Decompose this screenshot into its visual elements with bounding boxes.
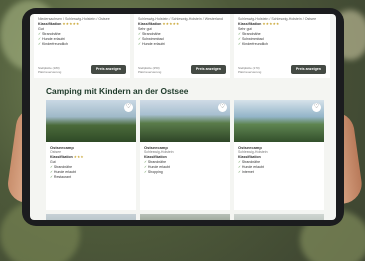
campsite-photo: ♡ — [140, 100, 230, 142]
campsite-photo: ♡ — [46, 100, 136, 142]
top-card[interactable]: Niedersachsen / Schleswig-Holstein / Ost… — [34, 14, 130, 78]
campsite-card-partial[interactable] — [46, 214, 136, 220]
tablet-screen: Niedersachsen / Schleswig-Holstein / Ost… — [30, 14, 336, 220]
campsite-card[interactable]: ♡ Ostseecamp Ostsee Klassifikation ★★★ G… — [46, 100, 136, 210]
price-button[interactable]: Preis anzeigen — [90, 65, 126, 74]
favorite-heart-icon[interactable]: ♡ — [312, 103, 321, 112]
campsite-photo: ♡ — [234, 100, 324, 142]
campsite-card[interactable]: ♡ Ostseecamp Schleswig-Holstein Klassifi… — [234, 100, 324, 210]
feature-item: ✓ Hunde erlaubt — [138, 42, 165, 46]
campsite-card-partial[interactable] — [234, 214, 324, 220]
campsite-card[interactable]: ♡ Ostseecamp Schleswig-Holstein Klassifi… — [140, 100, 230, 210]
price-button[interactable]: Preis anzeigen — [290, 65, 326, 74]
price-button[interactable]: Preis anzeigen — [190, 65, 226, 74]
card-meta: Stellplätze (250) Platzreservierung — [138, 66, 162, 74]
top-card[interactable]: Schleswig-Holstein / Schleswig-Holstein … — [234, 14, 330, 78]
campsite-card-partial[interactable] — [140, 214, 230, 220]
card-meta: Stellplätze (170) Platzreservierung — [238, 66, 262, 74]
feature-item: ✓ Restaurant — [50, 175, 72, 179]
favorite-heart-icon[interactable]: ♡ — [124, 103, 133, 112]
background-photo: Niedersachsen / Schleswig-Holstein / Ost… — [0, 0, 365, 261]
top-card[interactable]: Schleswig-Holstein / Schleswig-Holstein … — [134, 14, 230, 78]
feature-item: ✓ Internet — [238, 170, 254, 174]
card-meta: Stellplätze (180) Platzreservierung — [38, 66, 62, 74]
feature-item: ✓ Kinderfreundlich — [238, 42, 268, 46]
section-heading: Camping mit Kindern an der Ostsee — [46, 86, 189, 96]
feature-item: ✓ Shopping — [144, 170, 163, 174]
feature-item: ✓ Kinderfreundlich — [38, 42, 68, 46]
favorite-heart-icon[interactable]: ♡ — [218, 103, 227, 112]
